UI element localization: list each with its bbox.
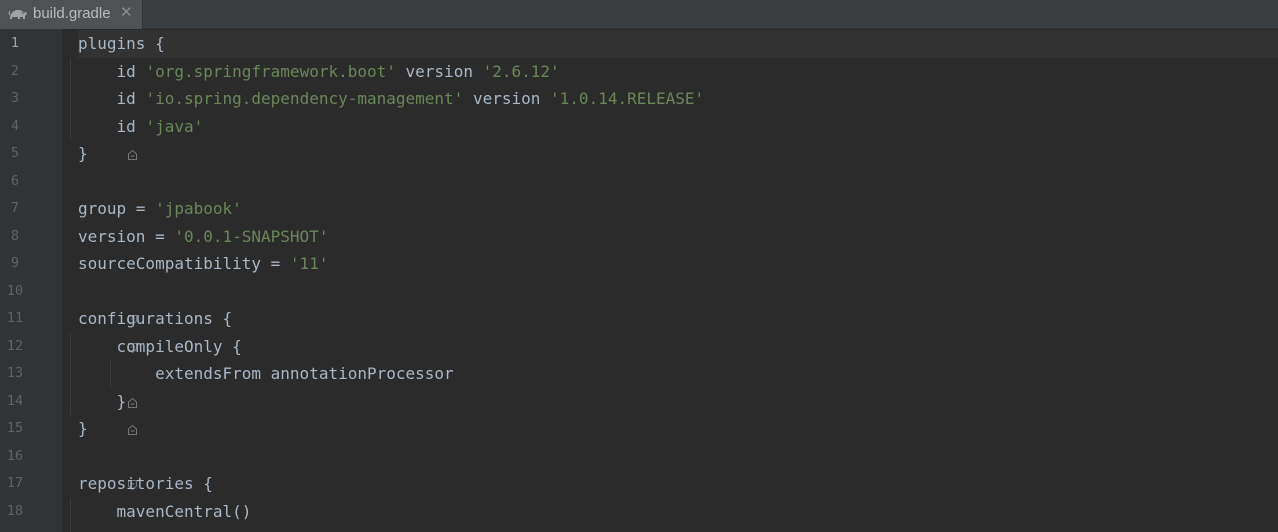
code-line[interactable]: compileOnly {	[78, 333, 1278, 361]
code-token: }	[78, 419, 88, 438]
line-number[interactable]: 9	[0, 250, 30, 278]
line-number[interactable]: 7	[0, 195, 30, 223]
line-number[interactable]: 15	[0, 415, 30, 443]
line-number[interactable]: 10	[0, 278, 30, 306]
gradle-elephant-icon	[8, 6, 28, 22]
code-line[interactable]	[78, 278, 1278, 306]
editor-tab-bar: build.gradle ✕	[0, 0, 1278, 29]
code-line[interactable]: plugins {	[78, 30, 1278, 58]
code-token: group =	[78, 199, 156, 218]
line-number[interactable]: 18	[0, 498, 30, 526]
line-numbers: 1 2 3 4 5 6 7 8 9 10 11 12 13 14 15 16 17 18	[0, 30, 30, 525]
code-line[interactable]: }	[78, 388, 1278, 416]
code-line[interactable]: }	[78, 415, 1278, 443]
line-number[interactable]: 5	[0, 140, 30, 168]
line-number[interactable]: 3	[0, 85, 30, 113]
code-token: extendsFrom annotationProcessor	[78, 364, 454, 383]
code-token: }	[78, 144, 88, 163]
code-line[interactable]	[78, 443, 1278, 471]
code-token: repositories {	[78, 474, 213, 493]
code-line[interactable]	[78, 168, 1278, 196]
code-line[interactable]: sourceCompatibility = '11'	[78, 250, 1278, 278]
line-number[interactable]: 1	[0, 30, 30, 58]
code-token: sourceCompatibility =	[78, 254, 290, 273]
code-line[interactable]: mavenCentral()	[78, 498, 1278, 526]
code-token: }	[78, 391, 127, 411]
line-number[interactable]: 12	[0, 333, 30, 361]
code-token: compileOnly {	[78, 336, 242, 356]
line-number[interactable]: 11	[0, 305, 30, 333]
string-literal: '0.0.1-SNAPSHOT'	[174, 226, 329, 246]
indent-guide	[70, 332, 71, 415]
string-literal: 'io.spring.dependency-management'	[145, 89, 464, 108]
string-literal: '2.6.12'	[482, 61, 560, 81]
code-line[interactable]: id 'org.springframework.boot' version '2…	[78, 58, 1278, 86]
line-number[interactable]: 8	[0, 223, 30, 251]
tab-label: build.gradle	[33, 5, 111, 22]
code-token: id	[78, 89, 146, 108]
indent-guide	[70, 57, 71, 140]
line-number-gutter: 1 2 3 4 5 6 7 8 9 10 11 12 13 14 15 16 17 18	[0, 29, 62, 532]
code-line[interactable]: id 'io.spring.dependency-management' ver…	[78, 85, 1278, 113]
line-number[interactable]: 4	[0, 113, 30, 141]
code-token: configurations {	[78, 309, 233, 328]
code-token: mavenCentral()	[78, 501, 252, 521]
string-literal: 'java'	[145, 116, 204, 136]
line-number[interactable]: 16	[0, 443, 30, 471]
line-number[interactable]: 13	[0, 360, 30, 388]
tab-build-gradle[interactable]: build.gradle ✕	[0, 0, 143, 29]
line-number[interactable]: 6	[0, 168, 30, 196]
code-token: version	[463, 89, 551, 108]
code-area[interactable]: plugins { id 'org.springframework.boot' …	[78, 30, 1278, 525]
code-line[interactable]: }	[78, 140, 1278, 168]
code-token: version =	[78, 226, 175, 246]
code-token: id	[78, 116, 146, 136]
line-number[interactable]: 17	[0, 470, 30, 498]
code-line[interactable]: version = '0.0.1-SNAPSHOT'	[78, 223, 1278, 251]
string-literal: '11'	[289, 254, 329, 273]
code-line[interactable]: extendsFrom annotationProcessor	[78, 360, 1278, 388]
close-icon[interactable]: ✕	[120, 3, 133, 21]
string-literal: 'jpabook'	[155, 199, 242, 218]
code-line[interactable]: configurations {	[78, 305, 1278, 333]
indent-guide	[70, 497, 71, 532]
code-token: id	[78, 61, 146, 81]
code-line[interactable]: repositories {	[78, 470, 1278, 498]
code-line[interactable]: id 'java'	[78, 113, 1278, 141]
code-line[interactable]: group = 'jpabook'	[78, 195, 1278, 223]
code-token: version	[395, 61, 483, 81]
code-editor[interactable]: 1 2 3 4 5 6 7 8 9 10 11 12 13 14 15 16 17 18 plugins { id…	[0, 29, 1278, 532]
indent-guide	[110, 360, 111, 388]
string-literal: 'org.springframework.boot'	[145, 61, 396, 81]
line-number[interactable]: 2	[0, 58, 30, 86]
code-token: plugins {	[78, 34, 165, 53]
line-number[interactable]: 14	[0, 388, 30, 416]
string-literal: '1.0.14.RELEASE'	[550, 89, 705, 108]
